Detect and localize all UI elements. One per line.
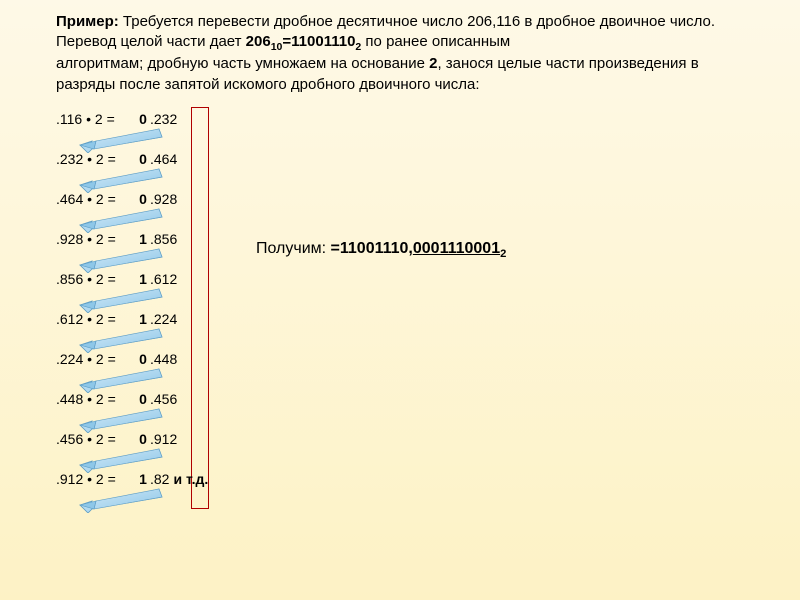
slide-content: Пример: Требуется перевести дробное деся… (0, 0, 800, 600)
calc-lhs: .928 • 2 = (56, 229, 136, 249)
calc-lhs: .116 • 2 = (56, 109, 136, 129)
calculation-area: .116 • 2 = 0.232 .232 • 2 = 0.464 .464 •… (56, 109, 750, 509)
calc-integer-digit: 1 (136, 469, 150, 489)
calc-integer-digit: 0 (136, 109, 150, 129)
calc-lhs: .912 • 2 = (56, 469, 136, 489)
carry-arrow-icon (74, 487, 164, 513)
calc-integer-digit: 0 (136, 349, 150, 369)
result-label: Получим: (256, 240, 331, 257)
calc-row: .448 • 2 = 0.456 (56, 389, 750, 429)
calc-integer-digit: 1 (136, 229, 150, 249)
intro-line2a: Перевод целой части дает (56, 33, 246, 50)
calc-lhs: .232 • 2 = (56, 149, 136, 169)
calc-lhs: .856 • 2 = (56, 269, 136, 289)
calc-rhs: .928 (150, 189, 177, 209)
example-label: Пример: (56, 13, 119, 30)
calc-rhs: .456 (150, 389, 177, 409)
calc-rhs: .232 (150, 109, 177, 129)
calc-lhs: .464 • 2 = (56, 189, 136, 209)
calc-lhs: .456 • 2 = (56, 429, 136, 449)
calc-rhs: .464 (150, 149, 177, 169)
calc-integer-digit: 0 (136, 189, 150, 209)
result-line: Получим: =11001110,00011100012 (256, 240, 506, 260)
intro-line3: алгоритмам; дробную часть умножаем на ос… (56, 55, 429, 72)
calc-row: .456 • 2 = 0.912 (56, 429, 750, 469)
calc-row: .232 • 2 = 0.464 (56, 149, 750, 189)
carry-arrow (74, 487, 164, 518)
calc-row: .912 • 2 = 1.82 и т.д. (56, 469, 750, 509)
calc-row: .224 • 2 = 0.448 (56, 349, 750, 389)
intro-line2b: по ранее описанным (361, 33, 510, 50)
calc-lhs: .224 • 2 = (56, 349, 136, 369)
calc-rhs: .612 (150, 269, 177, 289)
intro-paragraph: Пример: Требуется перевести дробное деся… (56, 12, 750, 95)
calc-lhs: .612 • 2 = (56, 309, 136, 329)
calc-row: .856 • 2 = 1.612 (56, 269, 750, 309)
result-value: =11001110,00011100012 (331, 240, 507, 257)
calc-integer-digit: 0 (136, 149, 150, 169)
calc-row: .116 • 2 = 0.232 (56, 109, 750, 149)
calc-integer-digit: 0 (136, 389, 150, 409)
calc-rhs: .448 (150, 349, 177, 369)
calc-integer-digit: 0 (136, 429, 150, 449)
example-text: Требуется перевести дробное десятичное ч… (119, 13, 715, 30)
int-part: 20610=110011102 (246, 33, 362, 50)
calc-row: .464 • 2 = 0.928 (56, 189, 750, 229)
calc-etc: и т.д. (173, 469, 208, 489)
calc-integer-digit: 1 (136, 269, 150, 289)
calc-rhs: .912 (150, 429, 177, 449)
calc-rhs: .856 (150, 229, 177, 249)
calc-rhs: .224 (150, 309, 177, 329)
calc-integer-digit: 1 (136, 309, 150, 329)
calc-lhs: .448 • 2 = (56, 389, 136, 409)
calc-row: .612 • 2 = 1.224 (56, 309, 750, 349)
calc-rhs: .82 (150, 469, 169, 489)
